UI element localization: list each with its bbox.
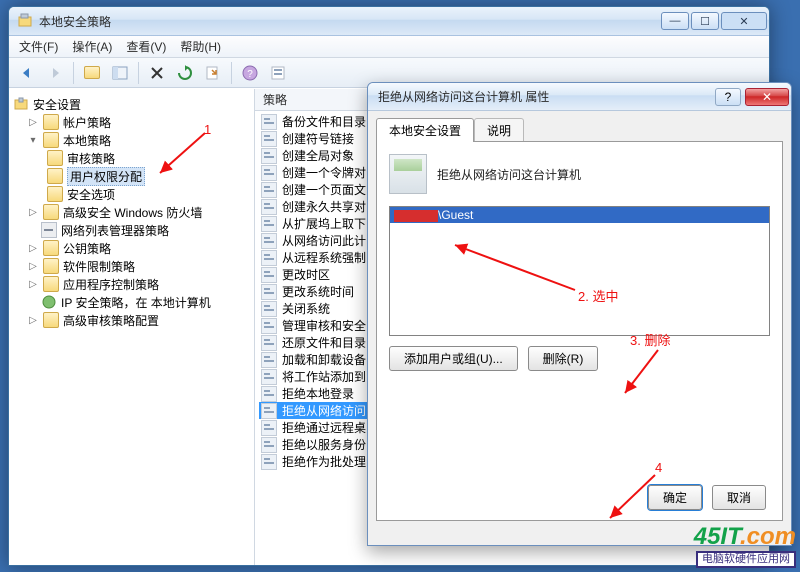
tree-item-security-options[interactable]: 安全选项	[13, 185, 250, 203]
chevron-right-icon: ▷	[27, 206, 39, 218]
chevron-right-icon: ▷	[27, 242, 39, 254]
refresh-icon[interactable]	[173, 61, 197, 85]
policy-icon	[261, 148, 277, 164]
folder-icon	[43, 204, 59, 220]
tab-page: 拒绝从网络访问这台计算机 \Guest 添加用户或组(U)... 删除(R) 确…	[376, 141, 783, 521]
menu-file[interactable]: 文件(F)	[19, 38, 58, 55]
cancel-button[interactable]: 取消	[712, 485, 766, 510]
folder-icon	[43, 132, 59, 148]
svg-text:?: ?	[247, 69, 253, 80]
properties-dialog: 拒绝从网络访问这台计算机 属性 ? ✕ 本地安全设置 说明 拒绝从网络访问这台计…	[367, 82, 792, 546]
tree-item-advanced-audit[interactable]: ▷ 高级审核策略配置	[13, 311, 250, 329]
menu-help[interactable]: 帮助(H)	[180, 38, 221, 55]
back-button[interactable]	[15, 61, 39, 85]
policy-icon	[261, 216, 277, 232]
policy-icon	[261, 386, 277, 402]
folder-icon	[43, 312, 59, 328]
folder-icon	[47, 168, 63, 184]
ipsec-icon	[41, 294, 57, 310]
tab-local-security[interactable]: 本地安全设置	[376, 118, 474, 142]
up-button[interactable]	[80, 61, 104, 85]
policy-icon	[41, 222, 57, 238]
tree-item-app-control[interactable]: ▷ 应用程序控制策略	[13, 275, 250, 293]
show-hide-tree-button[interactable]	[108, 61, 132, 85]
policy-icon	[261, 233, 277, 249]
dialog-title: 拒绝从网络访问这台计算机 属性	[378, 88, 715, 105]
tree-pane: 安全设置 ▷ 帐户策略 ▾ 本地策略 审核策略 用户权限分配	[9, 89, 255, 565]
remove-button[interactable]: 删除(R)	[528, 346, 599, 371]
titlebar: 本地安全策略 — ☐ ✕	[9, 7, 769, 36]
chevron-right-icon: ▷	[27, 260, 39, 272]
policy-icon	[261, 454, 277, 470]
maximize-button[interactable]: ☐	[691, 12, 719, 30]
window-controls: — ☐ ✕	[661, 12, 767, 30]
tree-item-software-restriction[interactable]: ▷ 软件限制策略	[13, 257, 250, 275]
users-listbox[interactable]: \Guest	[389, 206, 770, 336]
dialog-help-button[interactable]: ?	[715, 88, 741, 106]
policy-icon	[261, 250, 277, 266]
policy-icon	[261, 420, 277, 436]
redacted-block	[394, 210, 438, 222]
close-button[interactable]: ✕	[721, 12, 767, 30]
tree-item-firewall[interactable]: ▷ 高级安全 Windows 防火墙	[13, 203, 250, 221]
tree-item-ipsec[interactable]: IP 安全策略，在 本地计算机	[13, 293, 250, 311]
minimize-button[interactable]: —	[661, 12, 689, 30]
tree-item-public-key[interactable]: ▷ 公钥策略	[13, 239, 250, 257]
policy-icon	[261, 352, 277, 368]
add-user-button[interactable]: 添加用户或组(U)...	[389, 346, 518, 371]
tree-item-audit-policy[interactable]: 审核策略	[13, 149, 250, 167]
policy-icon	[261, 335, 277, 351]
policy-icon	[261, 437, 277, 453]
properties-icon[interactable]	[266, 61, 290, 85]
menu-view[interactable]: 查看(V)	[126, 38, 166, 55]
policy-icon	[261, 114, 277, 130]
window-title: 本地安全策略	[39, 13, 661, 30]
tree-item-user-rights[interactable]: 用户权限分配	[13, 167, 250, 185]
policy-icon	[261, 318, 277, 334]
folder-icon	[47, 150, 63, 166]
policy-icon	[261, 369, 277, 385]
help-icon[interactable]: ?	[238, 61, 262, 85]
list-item-guest[interactable]: \Guest	[390, 207, 769, 223]
tree-item-account-policies[interactable]: ▷ 帐户策略	[13, 113, 250, 131]
chevron-right-icon: ▷	[27, 278, 39, 290]
policy-icon	[261, 403, 277, 419]
folder-icon	[43, 276, 59, 292]
tab-strip: 本地安全设置 说明	[376, 117, 783, 141]
tree-root[interactable]: 安全设置	[13, 95, 250, 113]
policy-icon	[261, 165, 277, 181]
dialog-titlebar: 拒绝从网络访问这台计算机 属性 ? ✕	[368, 83, 791, 111]
delete-icon[interactable]	[145, 61, 169, 85]
folder-icon	[43, 240, 59, 256]
forward-button[interactable]	[43, 61, 67, 85]
menu-action[interactable]: 操作(A)	[72, 38, 112, 55]
policy-icon	[261, 284, 277, 300]
chevron-right-icon: ▷	[27, 314, 39, 326]
folder-icon	[47, 186, 63, 202]
app-icon	[17, 13, 33, 29]
menu-bar: 文件(F) 操作(A) 查看(V) 帮助(H)	[9, 36, 769, 58]
folder-icon	[43, 114, 59, 130]
policy-icon	[261, 301, 277, 317]
policy-heading: 拒绝从网络访问这台计算机	[437, 166, 581, 183]
folder-icon	[43, 258, 59, 274]
server-icon	[389, 154, 427, 194]
policy-icon	[261, 182, 277, 198]
policy-icon	[261, 267, 277, 283]
tab-explain[interactable]: 说明	[474, 118, 524, 142]
policy-icon	[261, 131, 277, 147]
chevron-right-icon: ▷	[27, 116, 39, 128]
security-icon	[13, 96, 29, 112]
tree-item-local-policies[interactable]: ▾ 本地策略	[13, 131, 250, 149]
tree-item-network-list[interactable]: 网络列表管理器策略	[13, 221, 250, 239]
dialog-close-button[interactable]: ✕	[745, 88, 789, 106]
policy-icon	[261, 199, 277, 215]
watermark: 45IT.com 电脑软硬件应用网	[694, 525, 796, 568]
ok-button[interactable]: 确定	[648, 485, 702, 510]
export-icon[interactable]	[201, 61, 225, 85]
chevron-down-icon: ▾	[27, 134, 39, 146]
